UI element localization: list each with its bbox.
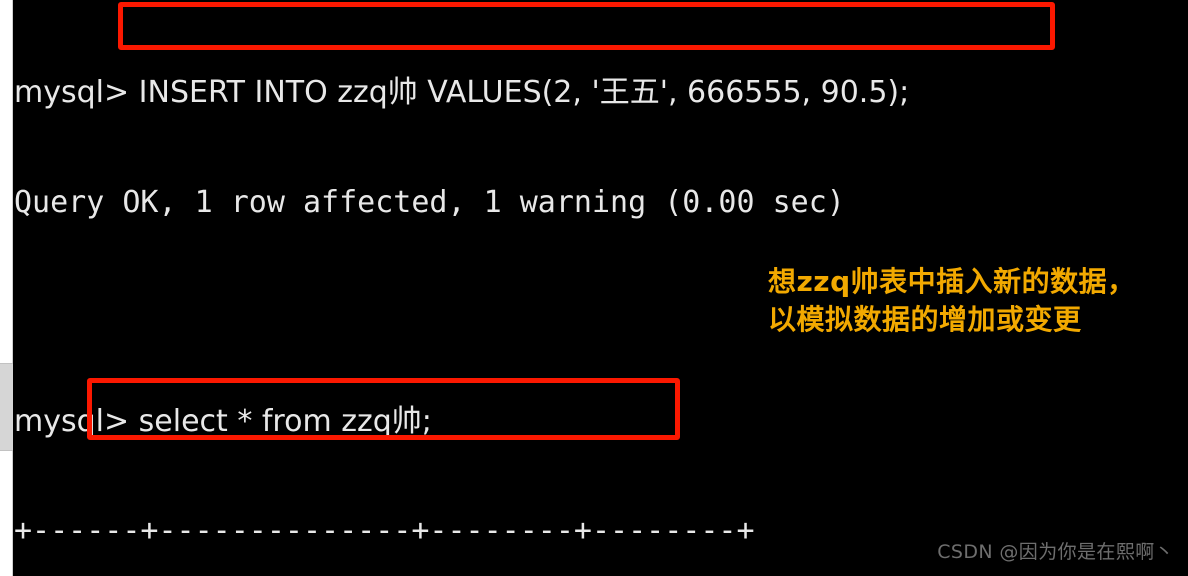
window-scrollbar-gutter[interactable] — [0, 0, 13, 576]
csdn-watermark: CSDN @因为你是在熙啊丶 — [937, 541, 1174, 563]
terminal-line-select-command: mysql> select * from zzq帅; — [14, 403, 432, 439]
terminal-line-insert-result: Query OK, 1 row affected, 1 warning (0.0… — [14, 184, 845, 220]
annotation-text: 想zzq帅表中插入新的数据， 以模拟数据的增加或变更 — [768, 265, 1136, 336]
scrollbar-thumb[interactable] — [0, 363, 13, 451]
terminal-line-insert-command: mysql> INSERT INTO zzq帅 VALUES(2, '王五', … — [14, 75, 910, 110]
terminal-window: mysql> INSERT INTO zzq帅 VALUES(2, '王五', … — [0, 0, 1188, 576]
